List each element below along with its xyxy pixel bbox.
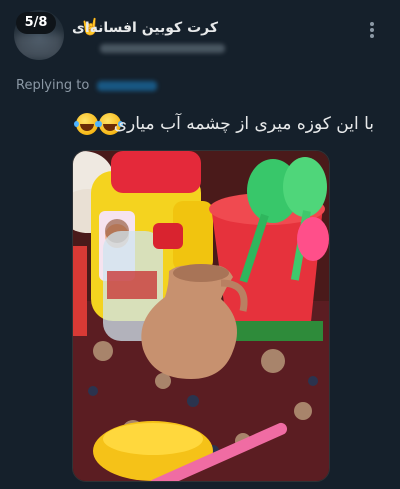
replying-to-label: Replying to (16, 78, 90, 93)
user-handle-blurred[interactable] (100, 44, 225, 53)
tweet-header: 5/8 🤘 کرت کوبین افسانه‌ای (0, 0, 400, 70)
tweet-text: با این کوزه میری از چشمه آب میاری (113, 114, 374, 134)
page-indicator: 5/8 (16, 12, 56, 34)
photo-illustration (73, 151, 329, 481)
replying-to: Replying to (16, 78, 158, 93)
tweet-photo[interactable] (72, 150, 330, 482)
more-icon[interactable] (366, 22, 378, 42)
replying-to-handle-blurred[interactable] (97, 80, 158, 91)
laugh-emoji-icon (74, 113, 98, 135)
display-name[interactable]: کرت کوبین افسانه‌ای (72, 20, 218, 36)
